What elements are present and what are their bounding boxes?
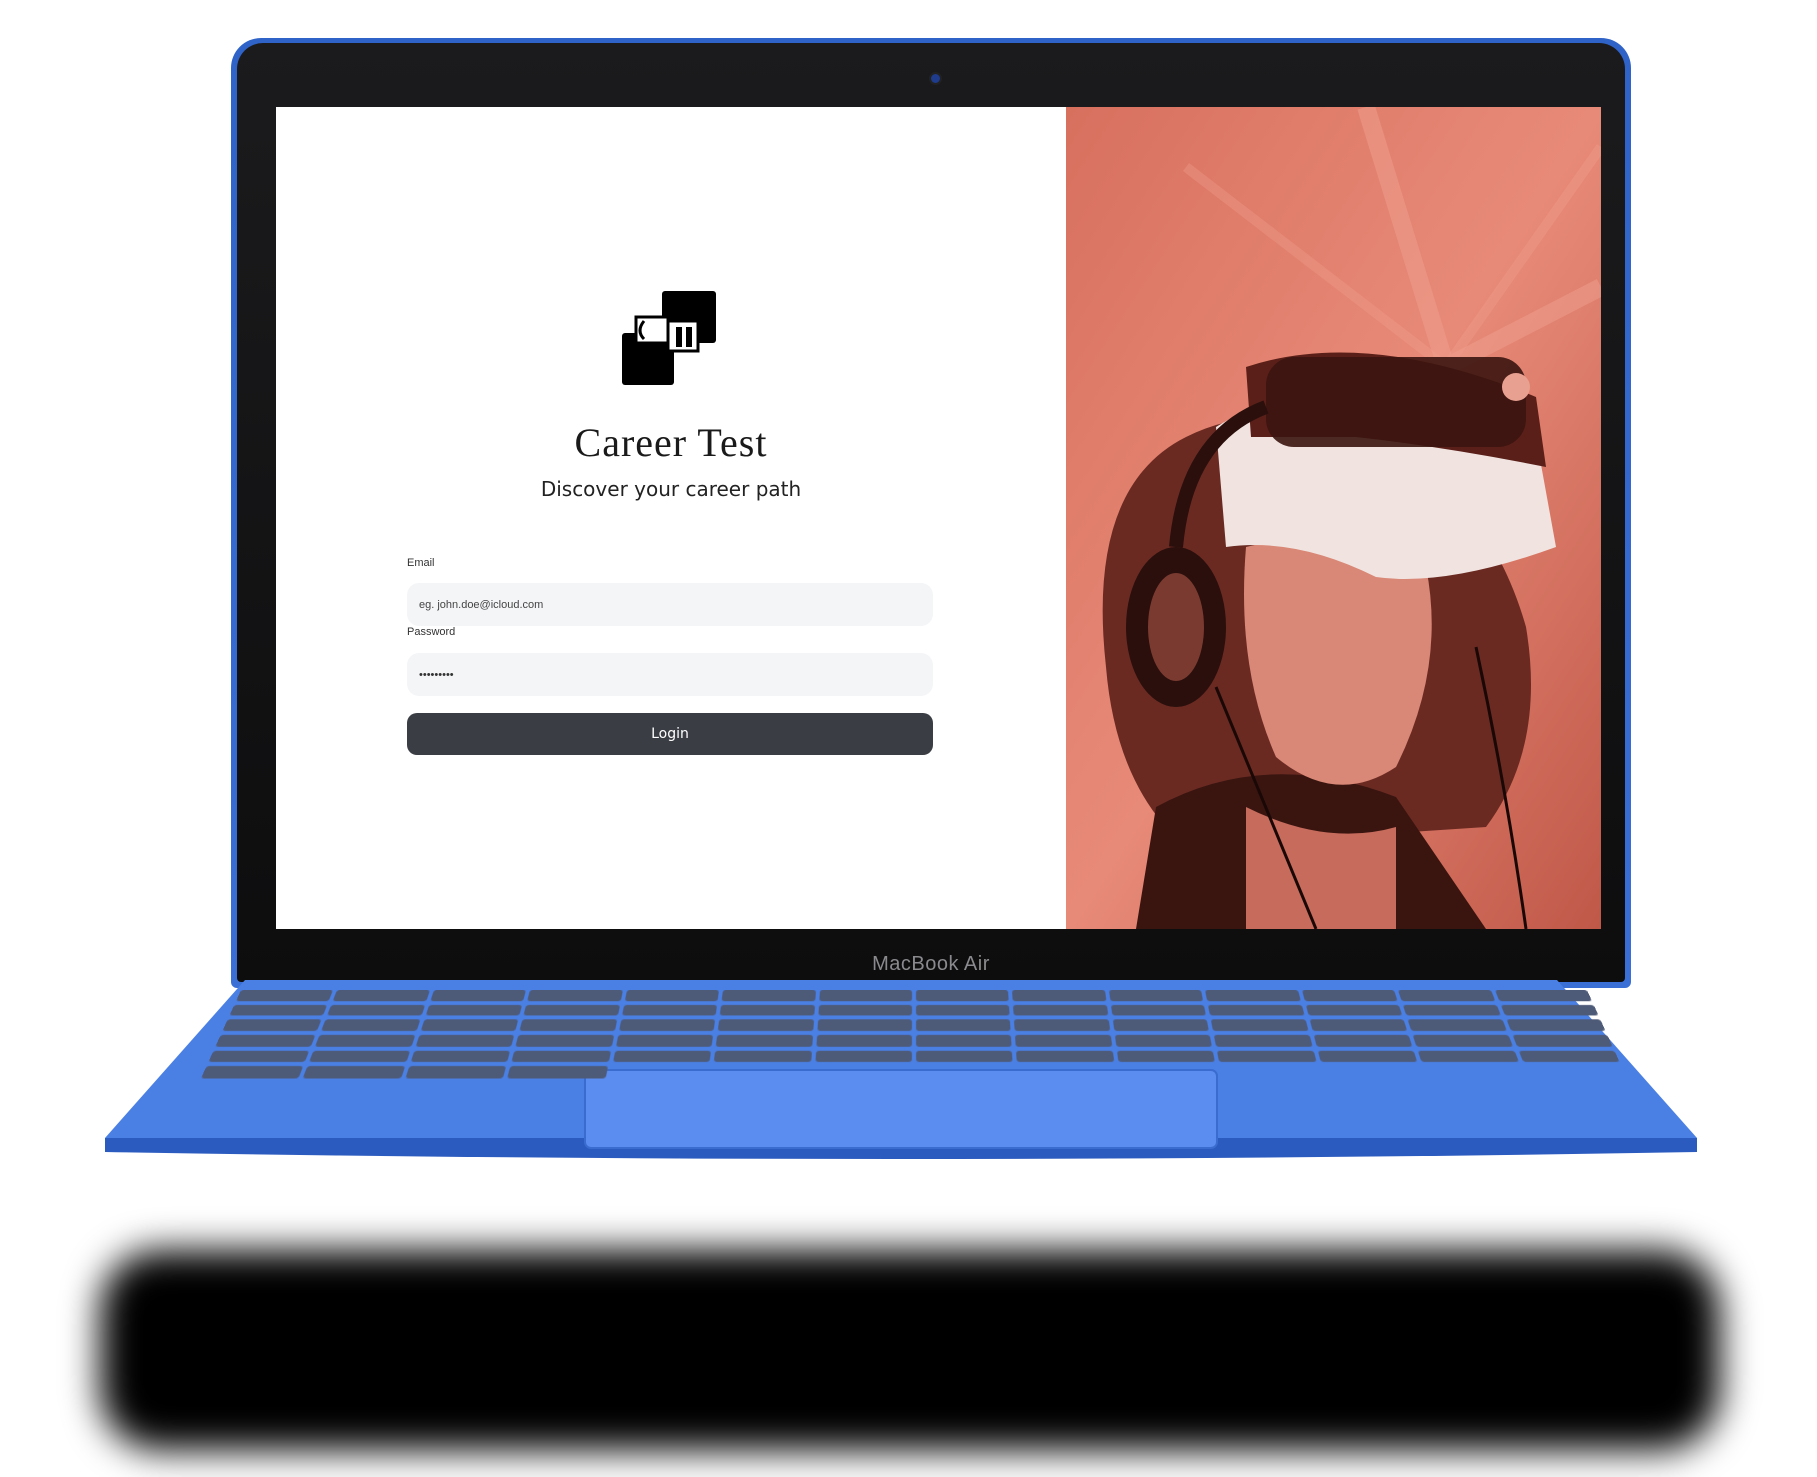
keyboard-key	[527, 990, 623, 1001]
login-button[interactable]: Login	[407, 713, 933, 755]
keyboard-key	[410, 1050, 511, 1063]
password-field[interactable]	[407, 653, 933, 696]
keyboard-key	[816, 1019, 912, 1031]
keyboard-key	[315, 1034, 416, 1047]
keyboard-key	[1013, 1004, 1109, 1016]
keyboard-key	[303, 1066, 405, 1079]
keyboard-key	[1301, 990, 1398, 1001]
keyboard-key	[1116, 1050, 1216, 1063]
keyboard-key	[1309, 1019, 1408, 1031]
keyboard-key	[309, 1050, 411, 1063]
keyboard-key	[1412, 1034, 1513, 1047]
keyboard-key	[507, 1066, 608, 1079]
keyboard-key	[327, 1004, 426, 1016]
keyboard-key	[1214, 1034, 1313, 1047]
email-label: Email	[407, 557, 435, 569]
screen-bezel: Career Test Discover your career path Em…	[237, 43, 1625, 982]
keyboard-key	[333, 990, 430, 1001]
keyboard-key	[1494, 990, 1592, 1001]
keyboard-key	[515, 1034, 614, 1047]
keyboard-key	[1108, 990, 1204, 1001]
keyboard-key	[721, 990, 816, 1001]
keyboard-key	[1208, 1004, 1305, 1016]
login-pane: Career Test Discover your career path Em…	[276, 107, 1066, 929]
keyboard-key	[1205, 990, 1301, 1001]
laptop-lid: Career Test Discover your career path Em…	[231, 38, 1631, 988]
email-field[interactable]	[407, 583, 933, 626]
app-title: Career Test	[574, 420, 768, 465]
keyboard-key	[1407, 1019, 1507, 1031]
keyboard-key	[916, 990, 1010, 1001]
keyboard-key	[713, 1050, 812, 1063]
keyboard-key	[719, 1004, 815, 1016]
keyboard-key	[612, 1050, 712, 1063]
keyboard-key	[1015, 1034, 1113, 1047]
keyboard-key	[814, 1050, 912, 1063]
camera-icon	[931, 74, 940, 83]
keyboard-key	[519, 1019, 617, 1031]
keyboard-key	[425, 1004, 523, 1016]
keyboard-key	[1500, 1004, 1599, 1016]
app-subtitle: Discover your career path	[540, 477, 802, 501]
keyboard-key	[717, 1019, 814, 1031]
keyboard-key	[815, 1034, 912, 1047]
keyboard-key	[916, 1034, 1013, 1047]
keyboard-key	[1012, 990, 1107, 1001]
keyboard-key	[200, 1066, 304, 1079]
keyboard-key	[405, 1066, 507, 1079]
keyboard-key	[430, 990, 527, 1001]
keyboard-key	[1112, 1019, 1210, 1031]
password-label: Password	[407, 626, 456, 638]
device-brand-label: MacBook Air	[872, 953, 990, 975]
keyboard-key	[818, 990, 912, 1001]
keyboard	[200, 990, 1627, 1079]
keyboard-key	[1402, 1004, 1501, 1016]
keyboard-key	[511, 1050, 611, 1063]
keyboard-key	[1398, 990, 1495, 1001]
keyboard-key	[615, 1034, 714, 1047]
keyboard-key	[621, 1004, 718, 1016]
keyboard-key	[236, 990, 334, 1001]
keyboard-key	[618, 1019, 716, 1031]
keyboard-key	[916, 1004, 1011, 1016]
keyboard-key	[229, 1004, 328, 1016]
logo-icon	[622, 291, 716, 385]
keyboard-key	[415, 1034, 515, 1047]
keyboard-key	[215, 1034, 316, 1047]
keyboard-key	[1114, 1034, 1213, 1047]
hero-image	[1066, 107, 1601, 929]
keyboard-key	[1016, 1050, 1115, 1063]
keyboard-key	[523, 1004, 620, 1016]
keyboard-key	[624, 990, 720, 1001]
keyboard-key	[1014, 1019, 1111, 1031]
keyboard-key	[420, 1019, 519, 1031]
keyboard-key	[321, 1019, 421, 1031]
keyboard-key	[715, 1034, 813, 1047]
keyboard-key	[1518, 1050, 1620, 1063]
keyboard-key	[1313, 1034, 1413, 1047]
keyboard-key	[1305, 1004, 1403, 1016]
keyboard-key	[1211, 1019, 1309, 1031]
keyboard-key	[1506, 1019, 1606, 1031]
laptop-shadow	[100, 1250, 1720, 1450]
keyboard-key	[916, 1019, 1012, 1031]
keyboard-key	[208, 1050, 310, 1063]
keyboard-key	[1417, 1050, 1519, 1063]
keyboard-key	[1512, 1034, 1613, 1047]
keyboard-key	[1217, 1050, 1317, 1063]
keyboard-key	[222, 1019, 322, 1031]
keyboard-key	[817, 1004, 912, 1016]
keyboard-key	[916, 1050, 1014, 1063]
keyboard-key	[1110, 1004, 1207, 1016]
screen: Career Test Discover your career path Em…	[276, 107, 1601, 929]
keyboard-key	[1317, 1050, 1418, 1063]
